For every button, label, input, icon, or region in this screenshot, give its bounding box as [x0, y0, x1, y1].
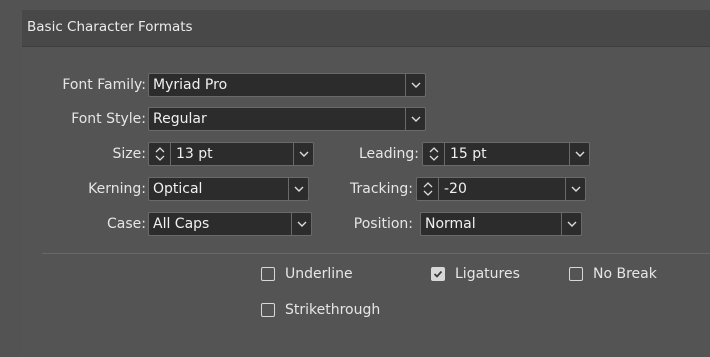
tracking-field[interactable]: -20 [416, 177, 586, 201]
leading-label: Leading: [359, 146, 419, 162]
size-value[interactable]: 13 pt [176, 143, 213, 165]
font-family-value: Myriad Pro [153, 77, 228, 93]
font-family-label: Font Family: [62, 77, 146, 93]
up-down-stepper-icon[interactable] [423, 143, 445, 165]
kerning-dropdown[interactable]: Optical [148, 177, 309, 201]
tracking-label: Tracking: [350, 181, 413, 197]
underline-label[interactable]: Underline [285, 264, 353, 284]
tracking-value[interactable]: -20 [444, 178, 467, 200]
case-value: All Caps [153, 216, 210, 232]
checkmark-icon [433, 270, 443, 278]
chevron-down-icon[interactable] [569, 143, 589, 165]
kerning-value: Optical [153, 181, 203, 197]
case-dropdown[interactable]: All Caps [148, 212, 312, 236]
strikethrough-label[interactable]: Strikethrough [285, 300, 380, 320]
position-dropdown[interactable]: Normal [420, 212, 582, 236]
up-down-stepper-icon[interactable] [417, 178, 439, 200]
chevron-down-icon[interactable] [561, 213, 581, 235]
strikethrough-checkbox[interactable] [261, 303, 275, 317]
position-label: Position: [353, 216, 413, 232]
chevron-down-icon[interactable] [293, 143, 313, 165]
ligatures-label[interactable]: Ligatures [455, 264, 520, 284]
size-label: Size: [112, 146, 146, 162]
basic-character-formats-panel: Basic Character Formats Font Family: Myr… [22, 10, 710, 357]
font-style-label: Font Style: [71, 111, 146, 127]
font-style-dropdown[interactable]: Regular [148, 107, 426, 131]
leading-value[interactable]: 15 pt [450, 143, 487, 165]
font-style-value: Regular [153, 111, 207, 127]
no-break-checkbox[interactable] [569, 267, 583, 281]
leading-field[interactable]: 15 pt [422, 142, 590, 166]
chevron-down-icon[interactable] [405, 74, 425, 96]
section-title: Basic Character Formats [27, 19, 193, 35]
chevron-down-icon[interactable] [565, 178, 585, 200]
font-family-dropdown[interactable]: Myriad Pro [148, 73, 426, 97]
position-value: Normal [425, 216, 476, 232]
case-label: Case: [107, 216, 146, 232]
underline-checkbox[interactable] [261, 267, 275, 281]
up-down-stepper-icon[interactable] [149, 143, 171, 165]
ligatures-checkbox[interactable] [431, 267, 445, 281]
divider [42, 253, 710, 254]
size-field[interactable]: 13 pt [148, 142, 314, 166]
no-break-label[interactable]: No Break [593, 264, 657, 284]
section-header: Basic Character Formats [22, 10, 710, 47]
chevron-down-icon[interactable] [405, 108, 425, 130]
chevron-down-icon[interactable] [291, 213, 311, 235]
chevron-down-icon[interactable] [288, 178, 308, 200]
kerning-label: Kerning: [88, 181, 146, 197]
